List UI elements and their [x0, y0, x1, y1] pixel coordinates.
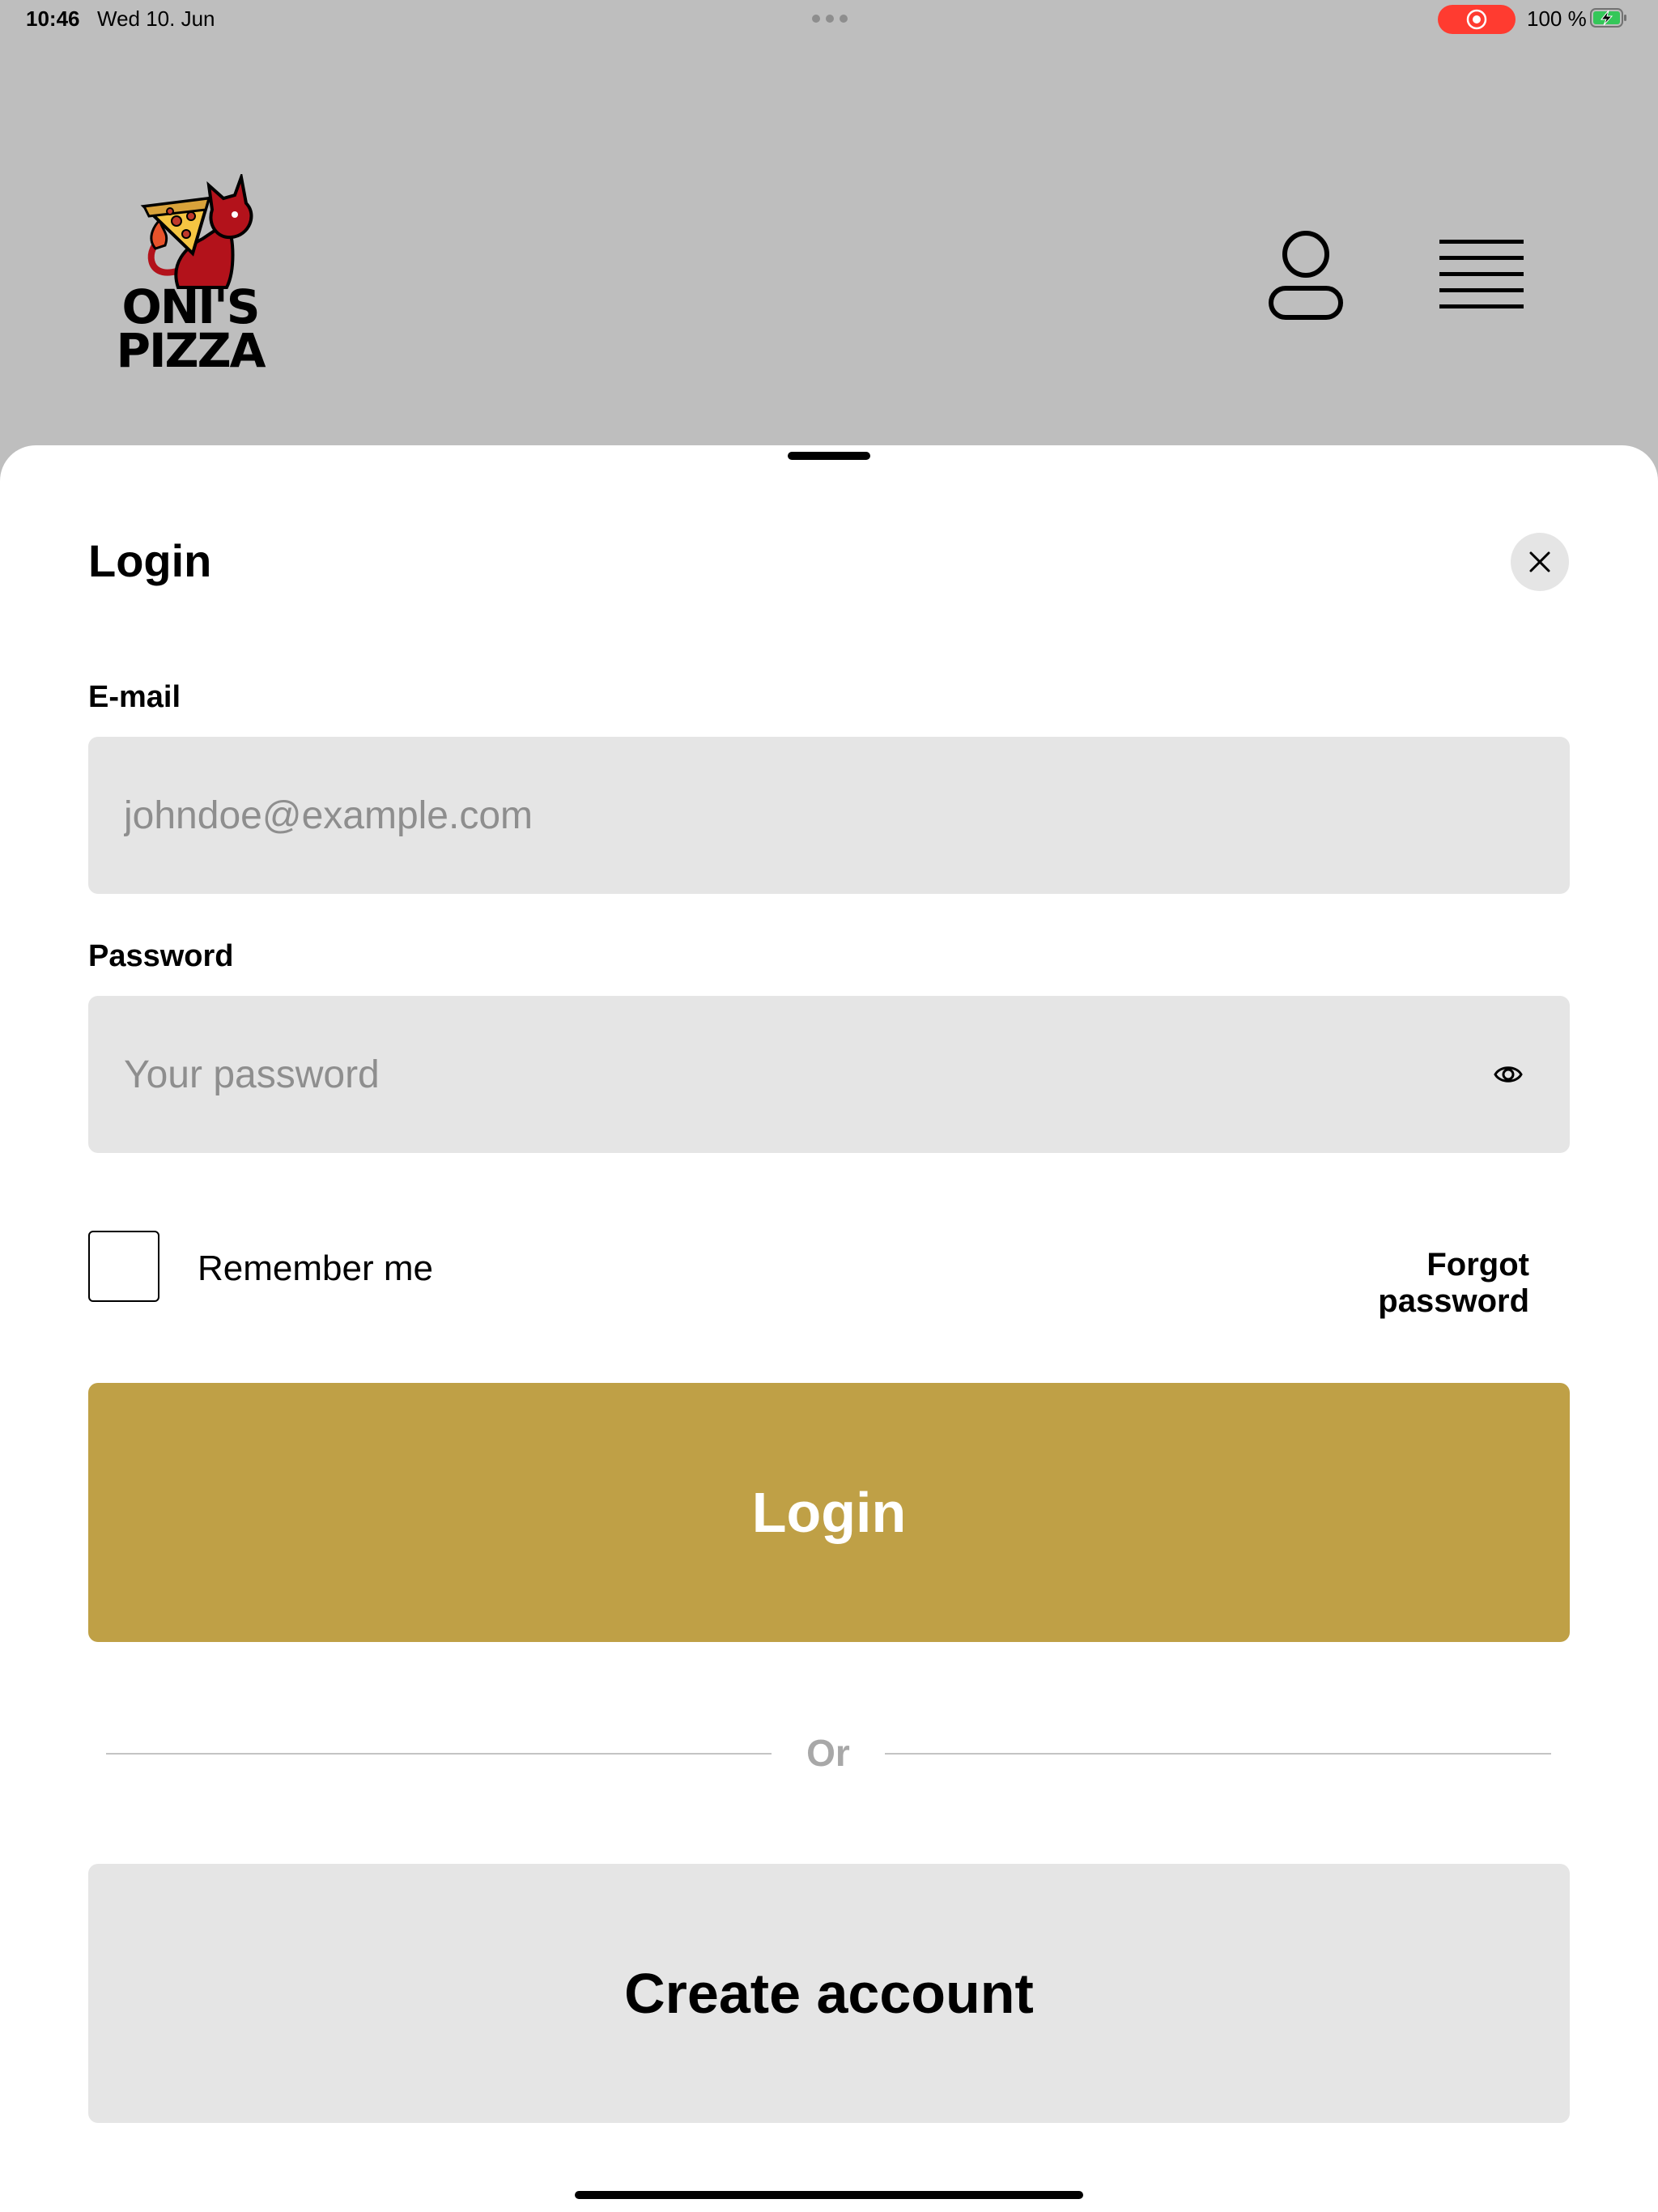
- close-icon: [1529, 551, 1550, 572]
- record-icon: [1466, 9, 1487, 30]
- onis-pizza-logo[interactable]: ONI'S PIZZA: [113, 174, 267, 376]
- email-field-container: [88, 737, 1570, 894]
- login-sheet: Login E-mail Password Remember me Forgot…: [0, 445, 1658, 2212]
- remember-me-label[interactable]: Remember me: [198, 1249, 433, 1289]
- screen-recording-indicator[interactable]: [1438, 5, 1516, 34]
- sheet-title: Login: [88, 535, 212, 586]
- battery-percentage: 100 %: [1527, 6, 1587, 31]
- forgot-password-link[interactable]: Forgot password: [1270, 1247, 1529, 1320]
- divider-line-left: [106, 1753, 772, 1755]
- status-bar: 10:46 Wed 10. Jun 100 %: [0, 0, 1658, 39]
- multitasking-dots-icon[interactable]: [812, 15, 848, 23]
- remember-me-checkbox[interactable]: [88, 1231, 159, 1302]
- home-indicator[interactable]: [575, 2191, 1083, 2199]
- battery-charging-icon: [1590, 8, 1626, 28]
- logo-text-top: ONI'S: [121, 279, 261, 334]
- close-button[interactable]: [1511, 533, 1569, 591]
- status-date: Wed 10. Jun: [97, 6, 215, 31]
- login-button[interactable]: Login: [88, 1383, 1570, 1642]
- devil-cat-mascot-icon: [140, 174, 253, 289]
- logo-text-bottom: PIZZA: [116, 323, 266, 378]
- create-account-button[interactable]: Create account: [88, 1864, 1570, 2123]
- person-icon[interactable]: [1268, 230, 1344, 321]
- status-time: 10:46: [26, 6, 80, 31]
- hamburger-menu-icon[interactable]: [1439, 240, 1524, 309]
- divider-line-right: [885, 1753, 1551, 1755]
- password-field[interactable]: [124, 996, 1484, 1153]
- email-field[interactable]: [124, 737, 1484, 894]
- password-label: Password: [88, 939, 234, 973]
- password-field-container: [88, 996, 1570, 1153]
- divider-or-text: Or: [806, 1732, 850, 1774]
- sheet-grabber[interactable]: [788, 452, 870, 460]
- email-label: E-mail: [88, 680, 181, 714]
- eye-icon[interactable]: [1494, 1061, 1523, 1088]
